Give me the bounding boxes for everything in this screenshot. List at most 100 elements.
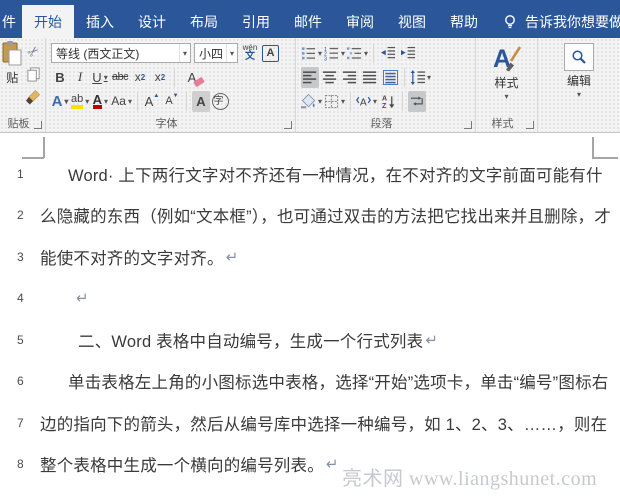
font-group-label: 字体 bbox=[46, 115, 287, 131]
text-effects-button[interactable]: A bbox=[51, 91, 69, 112]
underline-glyph: U bbox=[92, 70, 101, 85]
tab-insert[interactable]: 插入 bbox=[74, 5, 126, 38]
paragraph-mark: ↵ bbox=[226, 248, 239, 266]
tab-layout[interactable]: 布局 bbox=[178, 5, 230, 38]
text-line[interactable]: 6 单击表格左上角的小图标选中表格，选择“开始”选项卡，单击“编号”图标右 bbox=[0, 361, 620, 403]
line-text: 单击表格左上角的小图标选中表格，选择“开始”选项卡，单击“编号”图标右 bbox=[68, 369, 608, 393]
subscript-button[interactable]: x2 bbox=[131, 67, 149, 88]
bold-button[interactable]: B bbox=[51, 67, 69, 88]
multilevel-list-button[interactable] bbox=[347, 43, 368, 64]
underline-button[interactable]: U bbox=[91, 67, 109, 88]
copy-button[interactable] bbox=[25, 64, 43, 85]
font-size-combo[interactable]: 小四 bbox=[194, 43, 238, 63]
paragraph-mark: ↵ bbox=[326, 455, 339, 473]
clipboard-dialog-launcher[interactable] bbox=[34, 121, 42, 129]
paragraph-dialog-launcher[interactable] bbox=[464, 121, 472, 129]
font-name-dropdown-arrow[interactable] bbox=[179, 44, 190, 62]
borders-button[interactable] bbox=[324, 91, 345, 112]
format-painter-button[interactable] bbox=[25, 87, 43, 108]
numbering-button[interactable] bbox=[324, 43, 345, 64]
text-line[interactable]: 3 能使不对齐的文字对齐。 ↵ bbox=[0, 236, 620, 278]
tab-design[interactable]: 设计 bbox=[126, 5, 178, 38]
paragraph-mark: ↵ bbox=[425, 331, 438, 349]
clipboard-group-label: 贴板 bbox=[0, 115, 37, 131]
font-name-combo[interactable]: 等线 (西文正文) bbox=[51, 43, 191, 63]
line-number: 8 bbox=[17, 457, 24, 471]
distribute-button[interactable] bbox=[381, 67, 399, 88]
paragraph-mark: ↵ bbox=[76, 289, 89, 307]
tab-mailings[interactable]: 邮件 bbox=[282, 5, 334, 38]
italic-button[interactable]: I bbox=[71, 67, 89, 88]
text-line[interactable]: 5 二、Word 表格中自动编号，生成一个行式列表 ↵ bbox=[0, 319, 620, 361]
align-right-button[interactable] bbox=[341, 67, 359, 88]
show-hide-marks-button[interactable] bbox=[408, 91, 426, 112]
decrease-indent-button[interactable] bbox=[379, 43, 397, 64]
line-number: 3 bbox=[17, 250, 24, 264]
character-border-button[interactable]: A bbox=[262, 45, 279, 62]
change-case-button[interactable]: Aa bbox=[111, 91, 132, 112]
cut-button[interactable]: ✂ bbox=[25, 41, 43, 62]
text-line[interactable]: 7 边的指向下的箭头，然后从编号库中选择一种编号，如 1、2、3、……，则在 bbox=[0, 402, 620, 444]
tell-me-box[interactable]: 告诉我你想要做什 bbox=[502, 5, 620, 38]
find-button[interactable] bbox=[564, 43, 594, 71]
phonetic-guide-button[interactable]: wén 文 bbox=[241, 43, 259, 64]
align-left-button[interactable] bbox=[301, 67, 319, 88]
text-line[interactable]: 2 么隐藏的东西（例如“文本框”），也可通过双击的方法把它找出来并且删除，才 bbox=[0, 195, 620, 237]
subscript-2: 2 bbox=[141, 73, 145, 82]
sort-button[interactable] bbox=[379, 91, 397, 112]
line-spacing-button[interactable] bbox=[410, 67, 431, 88]
line-text: 能使不对齐的文字对齐。 bbox=[40, 245, 224, 269]
font-dialog-launcher[interactable] bbox=[284, 121, 292, 129]
font-size-dropdown-arrow[interactable] bbox=[226, 44, 237, 62]
text-line[interactable]: 1 Word· 上下两行文字对不齐还有一种情况，在不对齐的文字前面可能有什 bbox=[0, 153, 620, 195]
asian-layout-button[interactable] bbox=[356, 91, 377, 112]
font-color-button[interactable]: A bbox=[91, 91, 109, 112]
document-page[interactable]: 1 Word· 上下两行文字对不齐还有一种情况，在不对齐的文字前面可能有什 2 … bbox=[0, 133, 620, 500]
strikethrough-button[interactable]: abc bbox=[111, 67, 129, 88]
paste-button[interactable]: 贴 bbox=[2, 41, 22, 108]
editing-button[interactable]: 编辑 ▾ bbox=[540, 41, 618, 99]
line-number: 5 bbox=[17, 333, 24, 347]
sort-icon bbox=[381, 94, 396, 109]
justify-button[interactable] bbox=[361, 67, 379, 88]
tab-help[interactable]: 帮助 bbox=[438, 5, 490, 38]
clear-formatting-button[interactable]: A bbox=[180, 67, 204, 88]
numbering-icon bbox=[324, 46, 339, 61]
format-painter-icon bbox=[26, 90, 41, 105]
align-center-button[interactable] bbox=[321, 67, 339, 88]
text-line[interactable]: 4 ↵ bbox=[0, 278, 620, 320]
increase-indent-button[interactable] bbox=[399, 43, 417, 64]
asian-layout-icon bbox=[356, 94, 371, 109]
tab-home[interactable]: 开始 bbox=[22, 5, 74, 38]
superscript-2: 2 bbox=[161, 73, 165, 82]
styles-button-label: 样式 bbox=[494, 74, 518, 91]
styles-dialog-launcher[interactable] bbox=[526, 121, 534, 129]
line-text: 整个表格中生成一个横向的编号列表。 bbox=[40, 452, 324, 476]
highlight-glyph: ab bbox=[71, 94, 83, 109]
tab-review[interactable]: 审阅 bbox=[334, 5, 386, 38]
tab-view[interactable]: 视图 bbox=[386, 5, 438, 38]
character-shading-button[interactable]: A bbox=[192, 91, 210, 112]
line-number: 4 bbox=[17, 291, 24, 305]
line-spacing-icon bbox=[410, 70, 425, 85]
shrink-font-button[interactable]: A bbox=[163, 91, 181, 112]
enclose-characters-button[interactable]: 字 bbox=[212, 91, 230, 112]
ribbon: 贴 ✂ 贴板 等线 (西文正文) 小四 wén 文 bbox=[0, 38, 620, 133]
align-right-icon bbox=[343, 70, 358, 85]
styles-icon bbox=[492, 43, 522, 73]
group-paragraph: 段落 bbox=[296, 38, 476, 132]
line-number: 1 bbox=[17, 167, 24, 181]
superscript-button[interactable]: x2 bbox=[151, 67, 169, 88]
justify-icon bbox=[363, 70, 378, 85]
styles-button[interactable]: 样式 ▾ bbox=[478, 41, 535, 101]
change-case-glyph: Aa bbox=[111, 94, 126, 108]
highlight-color-button[interactable]: ab bbox=[71, 91, 89, 112]
borders-icon bbox=[324, 94, 339, 109]
ribbon-tab-bar: 件 开始 插入 设计 布局 引用 邮件 审阅 视图 帮助 告诉我你想要做什 bbox=[0, 0, 620, 38]
tab-references[interactable]: 引用 bbox=[230, 5, 282, 38]
tab-file[interactable]: 件 bbox=[0, 5, 22, 38]
line-text: 边的指向下的箭头，然后从编号库中选择一种编号，如 1、2、3、……，则在 bbox=[40, 411, 607, 435]
grow-font-button[interactable]: A bbox=[143, 91, 161, 112]
shading-button[interactable] bbox=[301, 91, 322, 112]
bullets-button[interactable] bbox=[301, 43, 322, 64]
